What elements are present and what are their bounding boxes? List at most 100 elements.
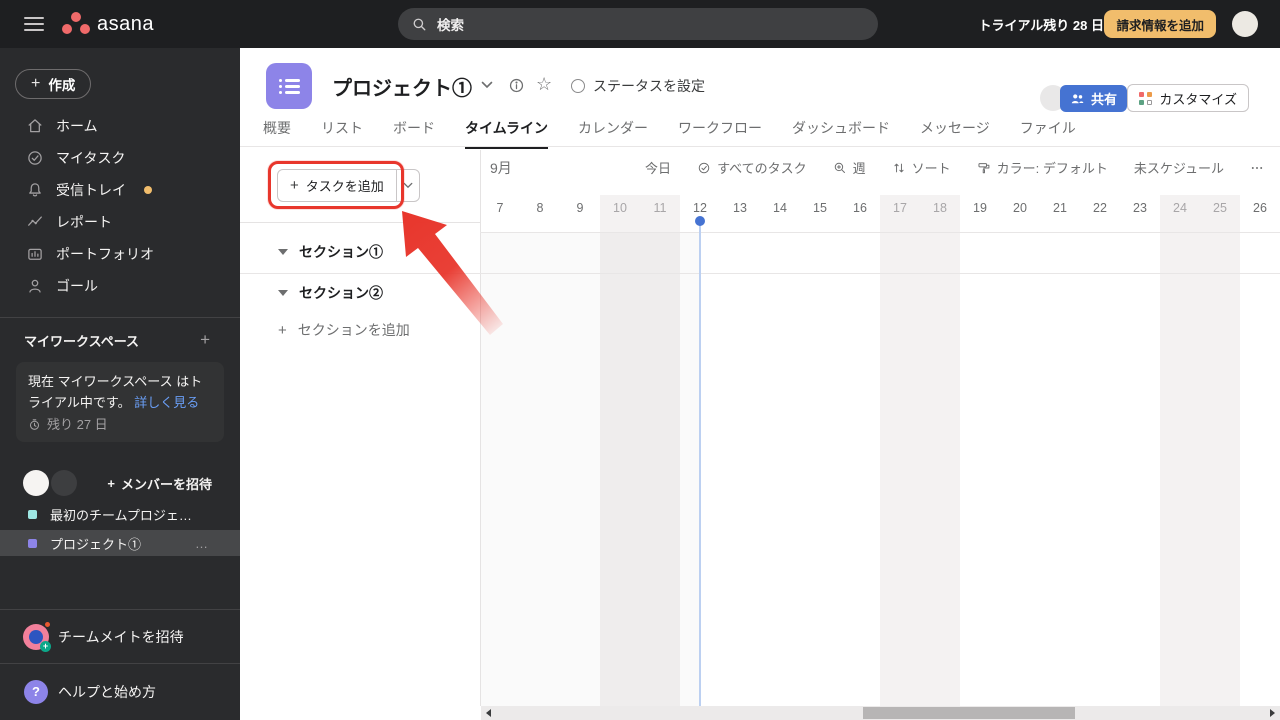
search-input[interactable]: 検索: [398, 8, 878, 40]
bell-icon: [26, 181, 44, 199]
sidebar-project-2[interactable]: プロジェクト① …: [0, 530, 240, 556]
more-options-icon[interactable]: …: [195, 536, 210, 551]
customize-grid-icon: [1139, 91, 1153, 105]
toolbar-more[interactable]: [1250, 161, 1264, 175]
user-avatar[interactable]: [1232, 11, 1258, 37]
toolbar-zoom-week[interactable]: 週: [833, 158, 866, 177]
toolbar-today[interactable]: 今日: [645, 158, 671, 177]
scroll-right-arrow-icon[interactable]: [1270, 709, 1275, 717]
timeline-toolbar: 今日 すべてのタスク 週 ソート カラー: デフォルト 未スケジュール: [645, 158, 1264, 177]
workspace-title: マイワークスペース: [24, 333, 140, 349]
sidebar-item-reporting[interactable]: レポート: [0, 206, 240, 238]
date-label: 12: [693, 201, 707, 215]
section-row-1[interactable]: セクション①: [240, 240, 480, 264]
customize-button[interactable]: カスタマイズ: [1127, 84, 1249, 112]
date-label: 17: [893, 201, 907, 215]
left-panel-border: [240, 222, 480, 223]
section-name: セクション②: [299, 285, 383, 301]
plus-icon: +: [278, 321, 287, 339]
panel-separator: [480, 150, 481, 706]
tab-overview[interactable]: 概要: [263, 118, 291, 149]
search-icon: [413, 18, 426, 30]
search-placeholder: 検索: [437, 18, 464, 33]
tab-board[interactable]: ボード: [393, 118, 435, 149]
sidebar-item-inbox[interactable]: 受信トレイ: [0, 174, 240, 206]
date-label: 10: [613, 201, 627, 215]
main-content: プロジェクト① ☆ ステータスを設定 共有 カスタマイズ 概要 リスト ボード タイム…: [240, 48, 1280, 720]
check-circle-icon: [697, 161, 711, 175]
project-color-icon[interactable]: [266, 63, 312, 109]
favorite-star-icon[interactable]: ☆: [536, 74, 552, 95]
info-icon[interactable]: [508, 77, 525, 94]
scrollbar-thumb[interactable]: [863, 707, 1075, 719]
add-task-button[interactable]: + タスクを追加: [277, 169, 420, 202]
chevron-down-icon[interactable]: [481, 81, 493, 89]
collapse-caret-icon[interactable]: [278, 249, 288, 255]
date-label: 13: [733, 201, 747, 215]
tab-files[interactable]: ファイル: [1020, 118, 1076, 149]
share-button[interactable]: 共有: [1059, 85, 1127, 112]
add-task-dropdown[interactable]: [397, 170, 419, 201]
weekend-band: [880, 195, 920, 706]
trial-remaining-label: トライアル残り 28 日: [978, 17, 1104, 33]
scroll-left-arrow-icon[interactable]: [486, 709, 491, 717]
collapse-caret-icon[interactable]: [278, 290, 288, 296]
date-label: 22: [1093, 201, 1107, 215]
toolbar-color[interactable]: カラー: デフォルト: [977, 158, 1108, 177]
today-marker-dot: [695, 216, 705, 226]
date-label: 18: [933, 201, 947, 215]
project-color-swatch: [28, 509, 37, 519]
member-avatar[interactable]: [23, 470, 49, 496]
sidebar-item-portfolio[interactable]: ポートフォリオ: [0, 238, 240, 270]
sidebar-item-home[interactable]: ホーム: [0, 110, 240, 142]
section-row-2[interactable]: セクション②: [240, 281, 480, 305]
tab-dashboard[interactable]: ダッシュボード: [792, 118, 890, 149]
sidebar-project-1[interactable]: 最初のチームプロジェ…: [0, 501, 240, 527]
date-label: 25: [1213, 201, 1227, 215]
tab-messages[interactable]: メッセージ: [920, 118, 990, 149]
asana-logo[interactable]: asana: [62, 10, 154, 38]
sidebar-item-label: ホーム: [56, 118, 98, 134]
sidebar-divider: [0, 317, 240, 318]
tab-workflow[interactable]: ワークフロー: [678, 118, 762, 149]
horizontal-scrollbar[interactable]: [481, 706, 1280, 720]
toolbar-sort[interactable]: ソート: [892, 158, 951, 177]
add-section-button[interactable]: + セクションを追加: [240, 318, 480, 342]
date-label: 16: [853, 201, 867, 215]
add-billing-info-button[interactable]: 請求情報を追加: [1104, 10, 1216, 38]
view-tabs: 概要 リスト ボード タイムライン カレンダー ワークフロー ダッシュボード メッセージ ファイ…: [263, 118, 1076, 149]
member-avatar[interactable]: [51, 470, 77, 496]
sidebar-item-label: レポート: [56, 214, 112, 230]
tab-list[interactable]: リスト: [321, 118, 363, 149]
sidebar-item-label: マイタスク: [56, 150, 126, 166]
create-button[interactable]: + 作成: [15, 69, 92, 99]
question-mark-icon: ?: [24, 680, 48, 704]
invite-teammates-button[interactable]: + チームメイトを招待: [0, 615, 240, 659]
workspace-header[interactable]: マイワークスペース +: [0, 328, 240, 352]
date-label: 8: [536, 201, 544, 215]
sidebar-item-label: 受信トレイ: [56, 182, 126, 198]
plus-icon: +: [107, 475, 115, 491]
sidebar-item-my-tasks[interactable]: マイタスク: [0, 142, 240, 174]
sort-icon: [892, 161, 906, 175]
timer-icon: [29, 419, 40, 430]
project-name: プロジェクト①: [50, 536, 142, 552]
roller-icon: [977, 161, 991, 175]
learn-more-link[interactable]: 詳しく見る: [134, 395, 199, 410]
asana-logo-dots-icon: [62, 12, 90, 36]
sidebar-item-label: ポートフォリオ: [56, 246, 154, 262]
set-status-button[interactable]: ステータスを設定: [571, 76, 705, 96]
hamburger-menu-icon[interactable]: [24, 17, 44, 31]
sidebar-item-goals[interactable]: ゴール: [0, 270, 240, 302]
tab-calendar[interactable]: カレンダー: [578, 118, 648, 149]
today-line: [699, 225, 701, 706]
help-button[interactable]: ? ヘルプと始め方: [0, 669, 240, 715]
add-task-main[interactable]: + タスクを追加: [278, 170, 397, 201]
tab-timeline[interactable]: タイムライン: [465, 118, 549, 149]
chart-line-icon: [26, 213, 44, 231]
toolbar-all-tasks[interactable]: すべてのタスク: [697, 158, 807, 177]
section-name: セクション①: [299, 244, 383, 260]
invite-members-button[interactable]: + メンバーを招待: [107, 468, 212, 498]
toolbar-unscheduled[interactable]: 未スケジュール: [1134, 158, 1224, 177]
add-project-icon[interactable]: +: [200, 328, 210, 352]
